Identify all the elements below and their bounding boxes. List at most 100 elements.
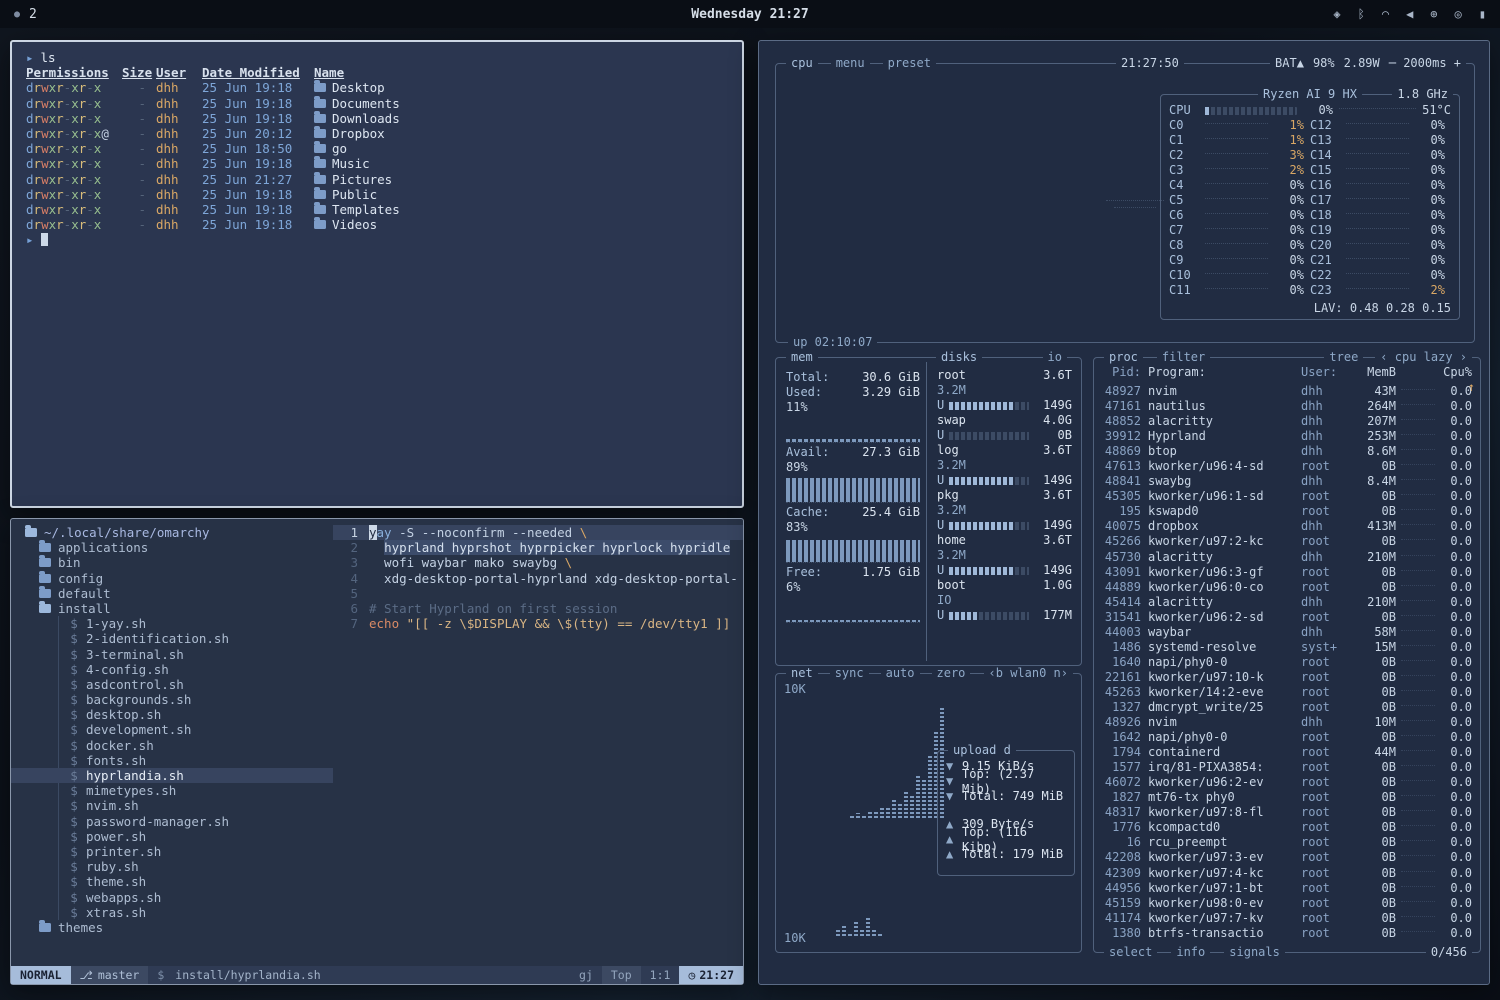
tree-file-item[interactable]: $password-manager.sh [11,814,333,829]
tree-file-item[interactable]: $development.sh [11,722,333,737]
process-row[interactable]: 1486systemd-resolvesyst+15M0.0 [1094,640,1480,655]
tree-folder-item[interactable]: themes [11,920,333,935]
dropbox-icon[interactable]: ◈ [1333,7,1340,21]
wifi-icon[interactable]: ◠ [1382,7,1389,21]
process-row[interactable]: 46072kworker/u96:2-evroot0B0.0 [1094,775,1480,790]
process-row[interactable]: 22161kworker/u97:10-kroot0B0.0 [1094,670,1480,685]
tree-file-item[interactable]: $1-yay.sh [11,616,333,631]
tree-file-item[interactable]: $xtras.sh [11,905,333,920]
process-row[interactable]: 44956kworker/u97:1-btroot0B0.0 [1094,881,1480,896]
process-row[interactable]: 44889kworker/u96:0-coroot0B0.0 [1094,580,1480,595]
proc-col-pid[interactable]: Pid: [1102,365,1148,380]
user-icon[interactable]: ◎ [1455,7,1462,21]
process-row[interactable]: 1776kcompactd0root0B0.0 [1094,820,1480,835]
tree-file-item[interactable]: $printer.sh [11,844,333,859]
proc-filter[interactable]: filter [1157,350,1210,365]
process-row[interactable]: 40075dropboxdhh413M0.0 [1094,519,1480,534]
proc-title[interactable]: proc [1104,350,1143,365]
tree-file-item[interactable]: $ruby.sh [11,859,333,874]
process-row[interactable]: 1640napi/phy0-0root0B0.0 [1094,655,1480,670]
process-row[interactable]: 31541kworker/u96:2-sdroot0B0.0 [1094,610,1480,625]
process-row[interactable]: 45263kworker/14:2-everoot0B0.0 [1094,685,1480,700]
net-title[interactable]: net [786,666,818,681]
process-row[interactable]: 195kswapd0root0B0.0 [1094,504,1480,519]
process-row[interactable]: 45414alacrittydhh210M0.0 [1094,595,1480,610]
process-row[interactable]: 47161nautilusdhh264M0.0 [1094,399,1480,414]
net-sync[interactable]: sync [830,666,869,681]
tree-file-item[interactable]: $desktop.sh [11,707,333,722]
mem-title[interactable]: mem [786,350,818,365]
proc-col-memb[interactable]: MemB [1352,365,1396,380]
workspace-indicator[interactable]: ● 2 [14,7,37,22]
tree-file-item[interactable]: $power.sh [11,829,333,844]
tree-file-item[interactable]: $theme.sh [11,874,333,889]
proc-select[interactable]: select [1104,945,1157,960]
process-row[interactable]: 48926nvimdhh10M0.0 [1094,715,1480,730]
tree-file-item[interactable]: $2-identification.sh [11,631,333,646]
tree-file-item[interactable]: $backgrounds.sh [11,692,333,707]
menu-menu[interactable]: menu [831,56,870,71]
nvim-window[interactable]: ~/.local/share/omarchyapplicationsbincon… [10,518,744,985]
process-row[interactable]: 1327dmcrypt_write/25root0B0.0 [1094,700,1480,715]
proc-sort[interactable]: ‹ cpu lazy › [1375,350,1472,365]
net-zero[interactable]: zero [932,666,971,681]
process-row[interactable]: 42309kworker/u97:4-kcroot0B0.0 [1094,866,1480,881]
proc-col-user[interactable]: User: [1298,365,1352,380]
terminal-window[interactable]: ▸ ls PermissionsSizeUserDate ModifiedNam… [10,40,744,508]
process-row[interactable]: 48869btopdhh8.6M0.0 [1094,444,1480,459]
process-row[interactable]: 44003waybardhh58M0.0 [1094,625,1480,640]
net-interface[interactable]: ‹b wlan0 n› [984,666,1073,681]
process-row[interactable]: 42208kworker/u97:3-evroot0B0.0 [1094,850,1480,865]
proc-col-program[interactable]: Program: [1148,365,1298,380]
prompt-line-2[interactable]: ▸ [26,232,728,247]
bluetooth-icon[interactable]: ᛒ [1358,7,1365,21]
net-stats-title[interactable]: upload d [948,743,1016,758]
tree-file-item[interactable]: $hyprlandia.sh [11,768,333,783]
process-row[interactable]: 45305kworker/u96:1-sdroot0B0.0 [1094,489,1480,504]
process-row[interactable]: 1642napi/phy0-0root0B0.0 [1094,730,1480,745]
proc-col-cpu%[interactable]: Cpu% [1440,365,1472,380]
battery-icon[interactable]: ▮ [1479,7,1486,21]
process-row[interactable]: 1794containerdroot44M0.0 [1094,745,1480,760]
process-row[interactable]: 1577irq/81-PIXA3854:root0B0.0 [1094,760,1480,775]
process-row[interactable]: 48927nvimdhh43M0.0 [1094,384,1480,399]
process-row[interactable]: 45730alacrittydhh210M0.0 [1094,550,1480,565]
globe-icon[interactable]: ⊕ [1430,7,1437,21]
proc-tree-toggle[interactable]: tree [1324,350,1363,365]
tree-folder-item[interactable]: config [11,571,333,586]
tree-file-item[interactable]: $mimetypes.sh [11,783,333,798]
file-tree[interactable]: ~/.local/share/omarchyapplicationsbincon… [11,519,333,966]
tree-folder-item[interactable]: install [11,601,333,616]
tree-folder-item[interactable]: default [11,586,333,601]
tree-folder-item[interactable]: bin [11,555,333,570]
tree-file-item[interactable]: $nvim.sh [11,798,333,813]
tree-file-item[interactable]: $asdcontrol.sh [11,677,333,692]
process-row[interactable]: 48852alacrittydhh207M0.0 [1094,414,1480,429]
process-row[interactable]: 39912Hyprlanddhh253M0.0 [1094,429,1480,444]
tree-folder-item[interactable]: applications [11,540,333,555]
tree-file-item[interactable]: $4-config.sh [11,662,333,677]
process-row[interactable]: 47613kworker/u96:4-sdroot0B0.0 [1094,459,1480,474]
tree-file-item[interactable]: $fonts.sh [11,753,333,768]
process-row[interactable]: 41174kworker/u97:7-kvroot0B0.0 [1094,911,1480,926]
process-row[interactable]: 43091kworker/u96:3-gfroot0B0.0 [1094,565,1480,580]
tree-file-item[interactable]: $webapps.sh [11,890,333,905]
process-row[interactable]: 45266kworker/u97:2-kcroot0B0.0 [1094,534,1480,549]
process-row[interactable]: 1380btrfs-transactioroot0B0.0 [1094,926,1480,941]
tree-file-item[interactable]: $docker.sh [11,738,333,753]
tree-file-item[interactable]: $3-terminal.sh [11,647,333,662]
process-row[interactable]: 48317kworker/u97:8-flroot0B0.0 [1094,805,1480,820]
sort-direction-icon[interactable]: ↑ [1468,380,1475,395]
net-auto[interactable]: auto [881,666,920,681]
proc-info[interactable]: info [1171,945,1210,960]
menu-cpu[interactable]: cpu [786,56,818,71]
process-row[interactable]: 45159kworker/u98:0-evroot0B0.0 [1094,896,1480,911]
menu-preset[interactable]: preset [883,56,936,71]
btop-window[interactable]: cpu menu preset 21:27:50 BAT▲ 98% 2.89W … [758,40,1490,985]
update-interval[interactable]: ─ 2000ms + [1389,56,1461,71]
process-row[interactable]: 16rcu_preemptroot0B0.0 [1094,835,1480,850]
tree-root[interactable]: ~/.local/share/omarchy [11,525,333,540]
volume-icon[interactable]: ◀ [1406,7,1413,21]
process-row[interactable]: 48841swaybgdhh8.4M0.0 [1094,474,1480,489]
proc-signals[interactable]: signals [1224,945,1285,960]
